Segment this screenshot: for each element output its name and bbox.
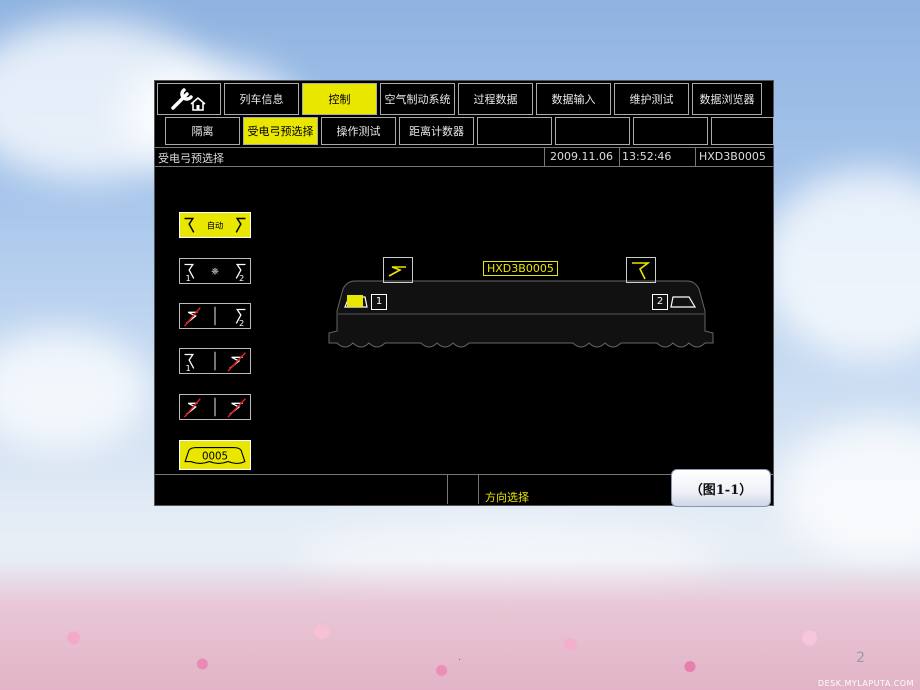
loco-number-button[interactable]: 0005 [179, 440, 251, 470]
subtab-empty[interactable] [711, 117, 774, 145]
pantograph-none-icon [183, 397, 246, 418]
pantograph-down-icon [388, 266, 406, 277]
hmi-screen: 列车信息 控制 空气制动系统 过程数据 数据输入 维护测试 数据浏览器 隔离 受… [154, 80, 774, 506]
panto-1-status [383, 257, 413, 283]
panto-2-only-button[interactable]: 2 [179, 303, 251, 329]
svg-text:0005: 0005 [202, 451, 228, 463]
subtab-isolation[interactable]: 隔离 [165, 117, 240, 145]
cab-2-label: 2 [652, 294, 668, 310]
info-bar: 受电弓预选择 2009.11.06 13:52:46 HXD3B0005 [155, 147, 773, 167]
svg-text:2: 2 [239, 318, 244, 328]
tab-data-browser[interactable]: 数据浏览器 [692, 83, 762, 115]
panto-auto-button[interactable]: 自动 [179, 212, 251, 238]
figure-caption-button[interactable]: （图1-1） [671, 469, 771, 507]
direction-select-label: 方向选择 [485, 491, 529, 504]
subtab-empty[interactable] [555, 117, 630, 145]
svg-text:自动: 自动 [207, 221, 224, 231]
loco-id-display: HXD3B0005 [699, 150, 766, 163]
main-tabs: 列车信息 控制 空气制动系统 过程数据 数据输入 维护测试 数据浏览器 [157, 83, 771, 115]
pantograph-both-icon: 1 ❈ 2 [184, 263, 246, 283]
panto-none-button[interactable] [179, 394, 251, 420]
tab-maintenance[interactable]: 维护测试 [614, 83, 689, 115]
cab-1-label: 1 [371, 294, 387, 310]
panto-1-only-button[interactable]: 1 [179, 348, 251, 374]
pantograph-auto-icon: 自动 [184, 217, 246, 233]
dot-marker: · [458, 655, 462, 666]
direction-select-box[interactable] [447, 475, 479, 504]
svg-text:1: 1 [185, 363, 190, 373]
pantograph-up-icon [632, 262, 651, 280]
subtab-empty[interactable] [477, 117, 552, 145]
subtab-distance-counter[interactable]: 距离计数器 [399, 117, 474, 145]
page-title: 受电弓预选择 [158, 152, 224, 165]
wrench-home-icon [171, 88, 206, 111]
panto-both-button[interactable]: 1 ❈ 2 [179, 258, 251, 284]
subtab-operation-test[interactable]: 操作测试 [321, 117, 396, 145]
panto-2-status [626, 257, 656, 283]
tab-train-info[interactable]: 列车信息 [224, 83, 299, 115]
locomotive-icon: 0005 [184, 446, 246, 464]
subtab-empty[interactable] [633, 117, 708, 145]
home-tools-button[interactable] [157, 83, 221, 115]
svg-text:❈: ❈ [211, 267, 219, 278]
tab-process-data[interactable]: 过程数据 [458, 83, 533, 115]
pantograph-1-only-icon: 1 [184, 351, 246, 373]
pantograph-2-only-icon: 2 [183, 306, 246, 328]
sub-tabs: 隔离 受电弓预选择 操作测试 距离计数器 [165, 117, 774, 145]
tab-data-input[interactable]: 数据输入 [536, 83, 611, 115]
date-display: 2009.11.06 [550, 150, 613, 163]
time-display: 13:52:46 [622, 150, 672, 163]
driver-icon [347, 295, 363, 307]
svg-text:2: 2 [239, 273, 244, 283]
watermark-text: DESK.MYLAPUTA.COM [817, 679, 914, 688]
flower-field [0, 560, 920, 690]
subtab-panto-preselect[interactable]: 受电弓预选择 [243, 117, 318, 145]
tab-control[interactable]: 控制 [302, 83, 377, 115]
svg-text:1: 1 [185, 273, 190, 283]
tab-air-brake[interactable]: 空气制动系统 [380, 83, 455, 115]
slide-page-number: 2 [856, 650, 865, 666]
loco-label: HXD3B0005 [483, 261, 558, 276]
